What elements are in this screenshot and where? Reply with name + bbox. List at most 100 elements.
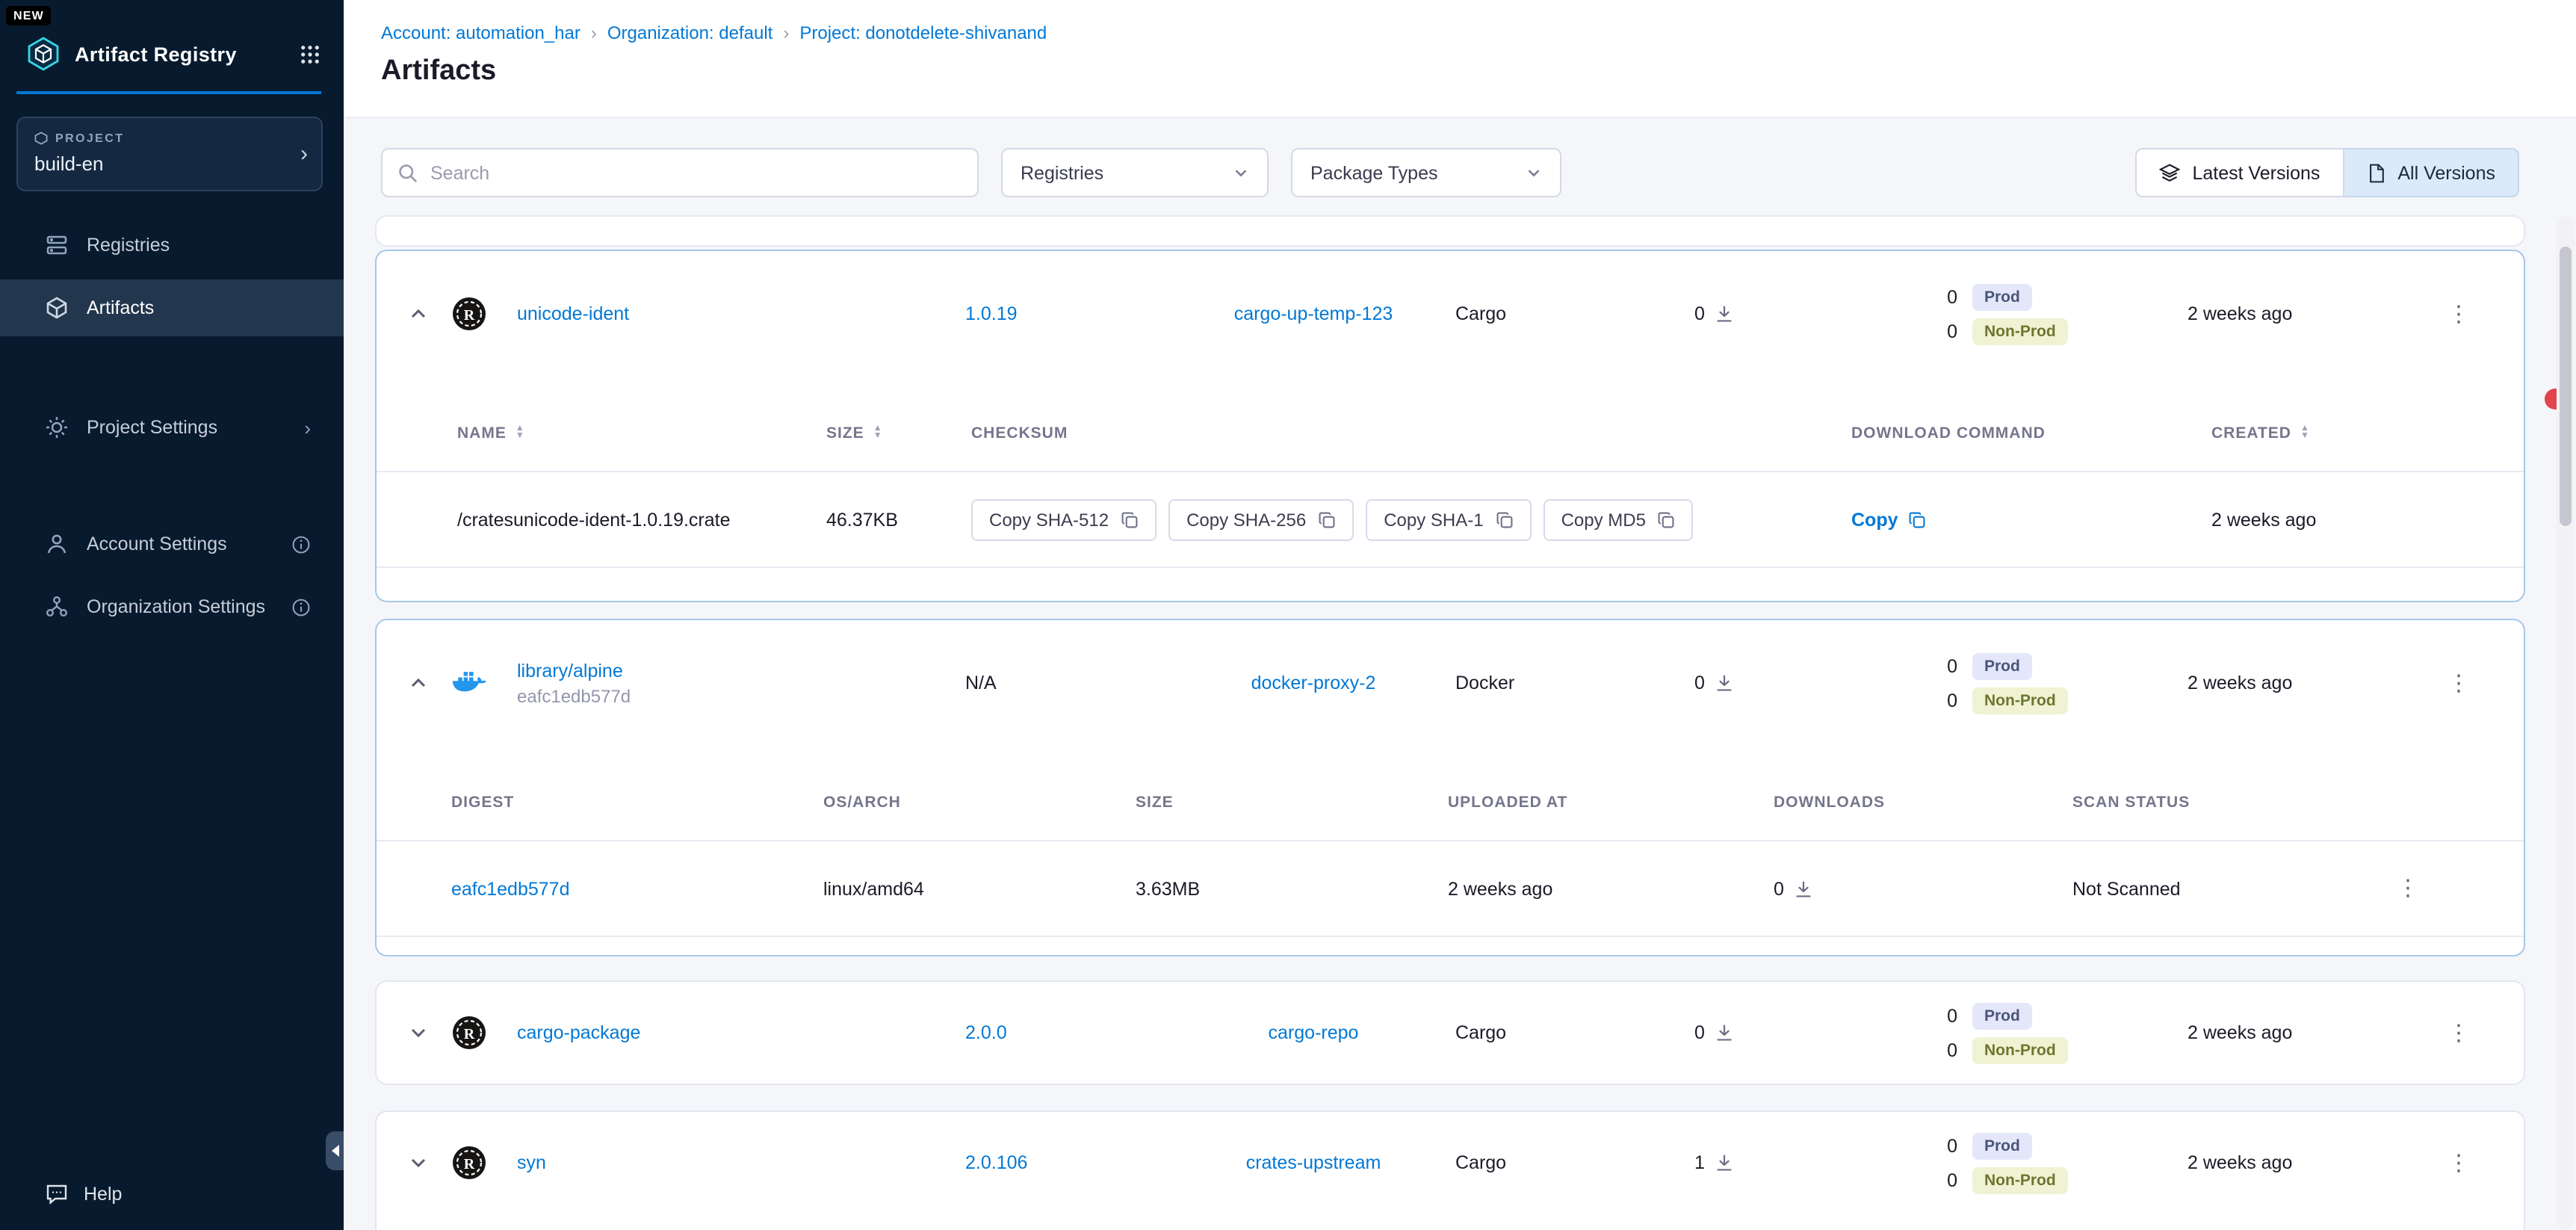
created-at: 2 weeks ago [2143,1022,2412,1043]
copy-icon [1121,510,1139,528]
breadcrumb: Account: automation_har › Organization: … [381,22,2576,43]
artifact-summary-row[interactable]: R syn 2.0.106 crates-upstream Cargo 1 0P… [377,1112,2524,1214]
all-versions-button[interactable]: All Versions [2344,148,2519,197]
nonprod-count: 0 [1874,1169,1957,1190]
nonprod-badge: Non-Prod [1972,1036,2068,1063]
kebab-menu-icon[interactable]: ⋮ [2447,303,2470,325]
package-types-dropdown[interactable]: Package Types [1291,148,1561,197]
download-icon [1715,1024,1733,1042]
artifact-summary-row[interactable]: library/alpine eafc1edb577d N/A docker-p… [377,620,2524,746]
sidebar-collapse-button[interactable] [326,1131,344,1170]
help-button[interactable]: Help [45,1182,122,1206]
column-header-size: SIZE [826,424,864,442]
artifact-name-link[interactable]: unicode-ident [517,303,965,324]
nonprod-badge: Non-Prod [1972,1166,2068,1193]
column-header-checksum: CHECKSUM [971,424,1851,442]
artifact-version-link[interactable]: 1.0.19 [965,303,1186,324]
artifact-summary-row[interactable]: R cargo-package 2.0.0 cargo-repo Cargo 0… [377,982,2524,1084]
kebab-menu-icon[interactable]: ⋮ [2447,672,2470,694]
artifact-summary-row[interactable]: R unicode-ident 1.0.19 cargo-up-temp-123… [377,251,2524,377]
nonprod-badge: Non-Prod [1972,318,2068,344]
sidebar-item-account-settings[interactable]: Account Settings [0,516,344,572]
sidebar-item-project-settings[interactable]: Project Settings › [0,399,344,456]
sidebar-header: Artifact Registry [0,0,344,72]
artifact-name-link[interactable]: library/alpine [517,660,965,681]
sort-icon[interactable]: ▲▼ [2300,425,2310,440]
breadcrumb-account[interactable]: Account: automation_har [381,22,580,43]
app-logo-icon [25,36,61,72]
collapse-chevron-up-icon[interactable] [400,296,436,332]
copy-sha512-button[interactable]: Copy SHA-512 [971,498,1157,540]
project-selector[interactable]: PROJECT build-en › [16,117,323,191]
sidebar-item-organization-settings[interactable]: Organization Settings [0,578,344,635]
download-icon [1715,305,1733,323]
downloads-count: 0 [1694,673,1705,693]
nonprod-count: 0 [1874,1039,1957,1060]
account-icon [45,532,69,556]
digest-link[interactable]: eafc1edb577d [451,878,570,899]
sidebar: NEW Artifact Registry PROJECT build-en › [0,0,344,1230]
expand-chevron-down-icon[interactable] [400,1145,436,1181]
nonprod-count: 0 [1874,321,1957,342]
breadcrumb-organization[interactable]: Organization: default [607,22,773,43]
chevron-down-icon [1526,164,1542,181]
prod-count: 0 [1874,1135,1957,1156]
scrollbar-thumb[interactable] [2560,247,2572,526]
created-at: 2 weeks ago [2143,1152,2412,1173]
project-icon [34,132,48,145]
info-icon [291,534,311,554]
copy-icon [1658,510,1676,528]
sidebar-item-artifacts[interactable]: Artifacts [0,279,344,336]
breadcrumb-separator: › [591,22,597,43]
nonprod-count: 0 [1874,690,1957,711]
artifact-name-link[interactable]: syn [517,1152,965,1173]
copy-icon [1318,510,1336,528]
digests-table: DIGEST OS/ARCH SIZE UPLOADED AT DOWNLOAD… [377,764,2524,937]
artifact-digest-short: eafc1edb577d [517,685,965,706]
project-name: build-en [34,152,282,175]
copy-sha256-button[interactable]: Copy SHA-256 [1168,498,1354,540]
document-icon [2366,162,2385,183]
search-input[interactable] [430,162,962,183]
artifact-version-link[interactable]: 2.0.106 [965,1152,1186,1173]
artifact-registry-link[interactable]: docker-proxy-2 [1251,673,1376,693]
copy-sha1-button[interactable]: Copy SHA-1 [1366,498,1531,540]
module-grid-icon[interactable] [300,44,320,64]
copy-md5-button[interactable]: Copy MD5 [1544,498,1694,540]
new-badge: NEW [6,6,52,25]
downloads-cell: 0 [1650,1022,1874,1043]
prod-count: 0 [1874,655,1957,676]
feedback-tab[interactable] [2545,389,2557,410]
downloads-cell: 0 [1774,878,2072,899]
kebab-menu-icon[interactable]: ⋮ [2447,1022,2470,1044]
environment-counts: 0Prod 0Non-Prod [1874,1132,2143,1193]
registries-dropdown[interactable]: Registries [1001,148,1269,197]
artifact-registry-link[interactable]: cargo-up-temp-123 [1234,303,1393,324]
artifact-name-link[interactable]: cargo-package [517,1022,965,1043]
sidebar-item-registries[interactable]: Registries [0,217,344,273]
column-header-size: SIZE [1136,793,1448,811]
artifact-registry-link[interactable]: cargo-repo [1269,1022,1359,1043]
sort-icon[interactable]: ▲▼ [873,425,883,440]
artifact-version-link[interactable]: 2.0.0 [965,1022,1186,1043]
page-header: Account: automation_har › Organization: … [344,0,2576,118]
copy-icon [1909,510,1927,528]
kebab-menu-icon[interactable]: ⋮ [2447,1152,2470,1174]
expand-chevron-down-icon[interactable] [400,1015,436,1051]
chevron-right-icon: › [300,141,308,167]
column-header-downloads: DOWNLOADS [1774,793,2072,811]
sort-icon[interactable]: ▲▼ [515,425,525,440]
artifact-registry-link[interactable]: crates-upstream [1246,1152,1381,1173]
files-table: NAME▲▼ SIZE▲▼ CHECKSUM DOWNLOAD COMMAND … [377,395,2524,568]
created-at: 2 weeks ago [2143,303,2412,324]
copy-download-command-button[interactable]: Copy [1851,509,2211,530]
collapse-chevron-up-icon[interactable] [400,665,436,701]
kebab-menu-icon[interactable]: ⋮ [2397,877,2419,900]
scrollbar-track[interactable] [2557,217,2575,1230]
breadcrumb-project[interactable]: Project: donotdelete-shivanand [799,22,1047,43]
chevron-right-icon: › [304,416,311,439]
file-row: /cratesunicode-ident-1.0.19.crate 46.37K… [377,472,2524,568]
latest-versions-button[interactable]: Latest Versions [2135,148,2344,197]
svg-text:R: R [464,1156,475,1172]
toolbar: Registries Package Types Latest Versions [381,148,2519,197]
